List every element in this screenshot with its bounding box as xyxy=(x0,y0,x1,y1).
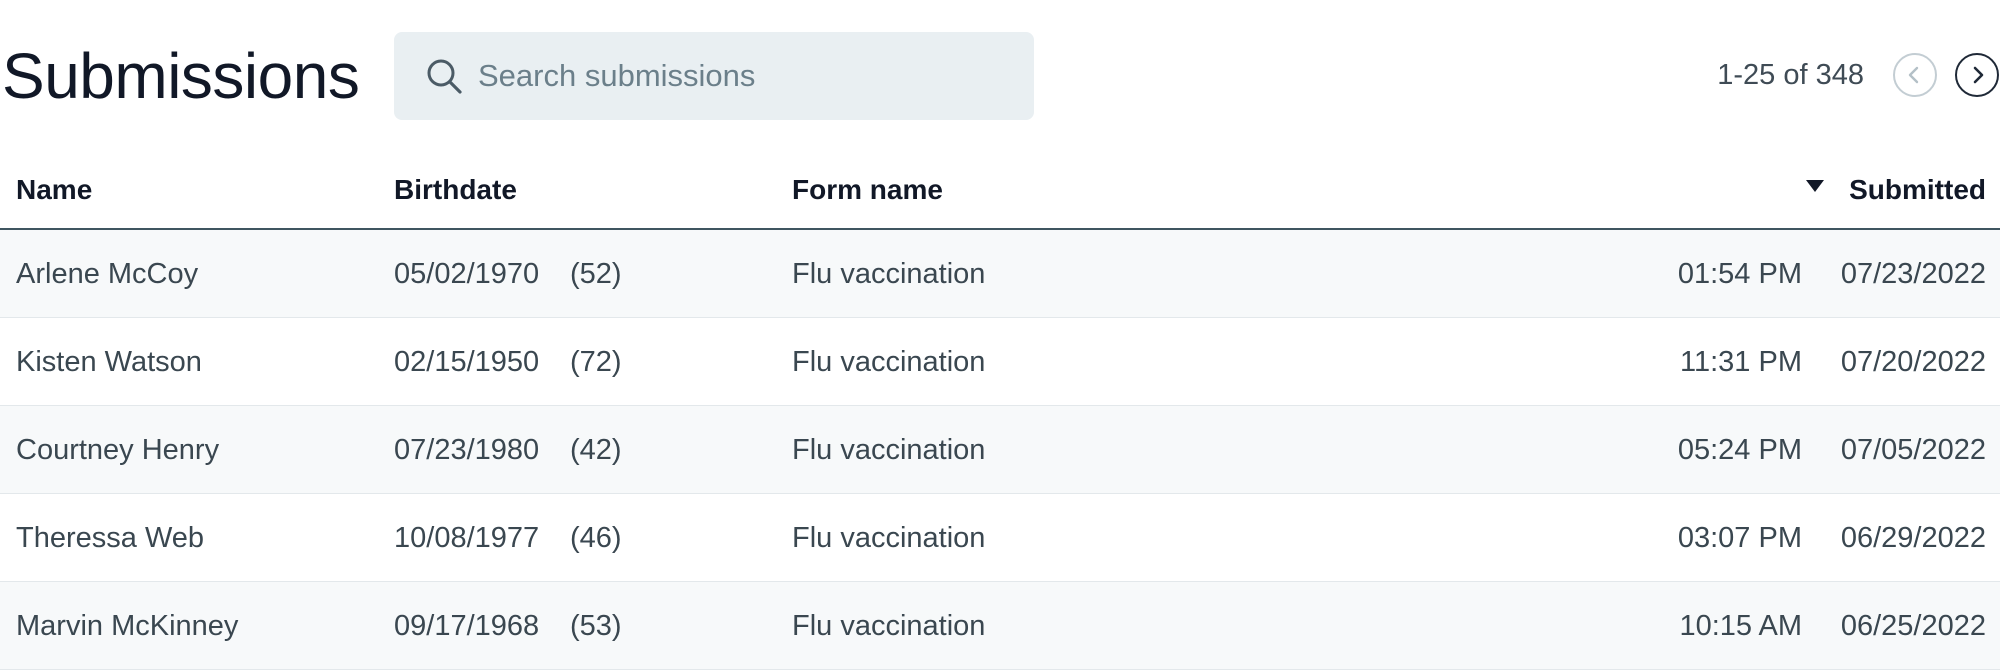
cell-submitted-time: 05:24 PM xyxy=(1677,434,1802,466)
cell-name: Theressa Web xyxy=(16,522,205,554)
cell-birthdate: 05/02/1970 xyxy=(394,258,540,290)
table-row[interactable]: Marvin McKinney 09/17/1968 (53) Flu vacc… xyxy=(0,582,2000,670)
cell-submitted-date: 06/25/2022 xyxy=(1840,610,1986,642)
submissions-page: Submissions 1-25 of 348 Name Birthdate F… xyxy=(0,0,2000,672)
column-header-form-name[interactable]: Form name xyxy=(792,172,943,208)
cell-submitted-date: 07/23/2022 xyxy=(1840,258,1986,290)
cell-name: Marvin McKinney xyxy=(16,610,239,642)
column-header-birthdate[interactable]: Birthdate xyxy=(394,172,517,208)
table-row[interactable]: Kisten Watson 02/15/1950 (72) Flu vaccin… xyxy=(0,318,2000,406)
cell-form-name: Flu vaccination xyxy=(792,522,986,554)
cell-submitted-time: 11:31 PM xyxy=(1680,346,1802,378)
cell-submitted-date: 06/29/2022 xyxy=(1840,522,1986,554)
cell-form-name: Flu vaccination xyxy=(792,346,986,378)
page-title: Submissions xyxy=(2,40,360,112)
cell-submitted-date: 07/20/2022 xyxy=(1840,346,1986,378)
search-box[interactable] xyxy=(394,32,1034,120)
cell-birthdate: 07/23/1980 xyxy=(394,434,540,466)
cell-age: (72) xyxy=(570,346,622,378)
cell-age: (46) xyxy=(570,522,622,554)
cell-birthdate: 10/08/1977 xyxy=(394,522,540,554)
cell-submitted-time: 03:07 PM xyxy=(1677,522,1802,554)
table-row[interactable]: Courtney Henry 07/23/1980 (42) Flu vacci… xyxy=(0,406,2000,494)
cell-birthdate: 09/17/1968 xyxy=(394,610,540,642)
table-row[interactable]: Theressa Web 10/08/1977 (46) Flu vaccina… xyxy=(0,494,2000,582)
page-header: Submissions 1-25 of 348 xyxy=(0,0,2000,150)
cell-name: Kisten Watson xyxy=(16,346,202,378)
cell-submitted-time: 01:54 PM xyxy=(1677,258,1802,290)
cell-age: (53) xyxy=(570,610,622,642)
cell-age: (42) xyxy=(570,434,622,466)
cell-form-name: Flu vaccination xyxy=(792,434,986,466)
chevron-left-icon xyxy=(1908,66,1919,84)
cell-name: Arlene McCoy xyxy=(16,258,199,290)
cell-age: (52) xyxy=(570,258,622,290)
cell-form-name: Flu vaccination xyxy=(792,258,986,290)
column-header-submitted[interactable]: Submitted xyxy=(1805,172,1986,208)
column-header-name[interactable]: Name xyxy=(16,172,92,208)
cell-name: Courtney Henry xyxy=(16,434,220,466)
previous-page-button[interactable] xyxy=(1893,53,1937,97)
cell-birthdate: 02/15/1950 xyxy=(394,346,540,378)
table-row[interactable]: Arlene McCoy 05/02/1970 (52) Flu vaccina… xyxy=(0,230,2000,318)
search-input[interactable] xyxy=(478,32,1018,120)
search-icon xyxy=(427,59,462,94)
submissions-table: Name Birthdate Form name Submitted Arlen… xyxy=(0,150,2000,670)
next-page-button[interactable] xyxy=(1955,53,1999,97)
cell-form-name: Flu vaccination xyxy=(792,610,986,642)
pagination-range: 1-25 of 348 xyxy=(1717,59,1864,91)
column-header-submitted-label: Submitted xyxy=(1849,174,1986,205)
table-header: Name Birthdate Form name Submitted xyxy=(0,150,2000,230)
cell-submitted-time: 10:15 AM xyxy=(1679,610,1802,642)
cell-submitted-date: 07/05/2022 xyxy=(1840,434,1986,466)
chevron-right-icon xyxy=(1973,66,1984,84)
sort-descending-icon xyxy=(1806,180,1825,192)
